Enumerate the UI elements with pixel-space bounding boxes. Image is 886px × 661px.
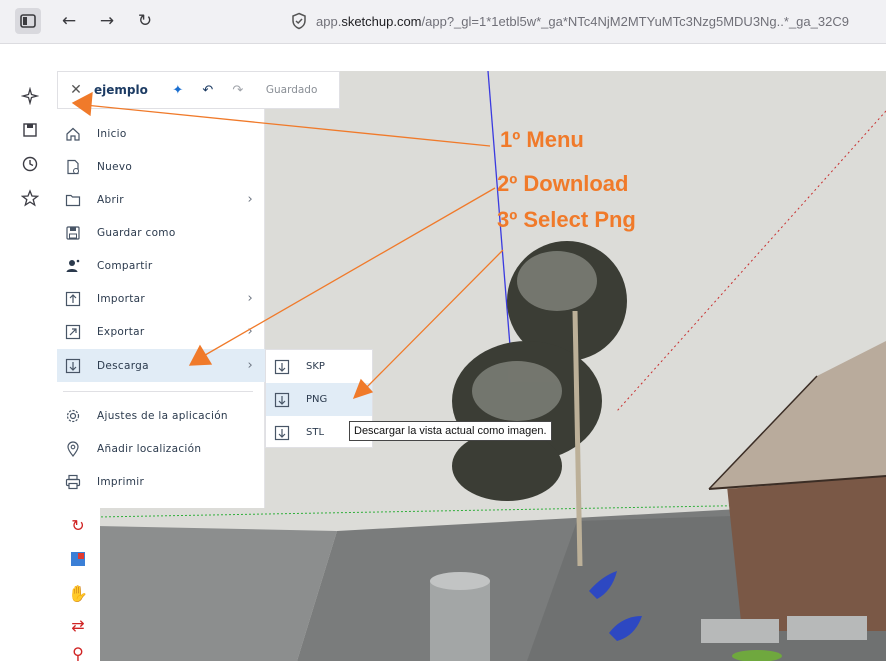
chevron-right-icon: › bbox=[247, 291, 253, 306]
app-window: ← → ↻ app. sketchup.com/app?_gl=1*1etbl5w… bbox=[0, 0, 886, 661]
url-rest: /app?_gl=1*1etbl5w*_ga*NTc4NjM2MTYuMTc3N… bbox=[421, 13, 849, 29]
location-pin-icon bbox=[63, 439, 83, 459]
download-icon bbox=[272, 357, 292, 377]
redo-icon[interactable]: ↷ bbox=[226, 83, 250, 98]
menu-item-label: Importar bbox=[97, 292, 145, 305]
menu-item-print[interactable]: Imprimir bbox=[57, 465, 265, 498]
share-user-icon bbox=[63, 256, 83, 276]
new-file-icon bbox=[63, 157, 83, 177]
menu-item-import[interactable]: Importar › bbox=[57, 282, 265, 315]
download-icon bbox=[272, 390, 292, 410]
menu-item-open[interactable]: Abrir › bbox=[57, 183, 265, 216]
chevron-right-icon: › bbox=[247, 324, 253, 339]
submenu-item-label: SKP bbox=[306, 361, 325, 372]
tool-strip: ↻ ✋ ⇄ ⚲ bbox=[57, 508, 100, 661]
undo-icon[interactable]: ↶ bbox=[196, 83, 220, 98]
position-camera-icon[interactable]: ⚲ bbox=[67, 642, 89, 661]
menu-item-app-settings[interactable]: Ajustes de la aplicación bbox=[57, 399, 265, 432]
submenu-item-label: PNG bbox=[306, 394, 328, 405]
menu-item-label: Guardar como bbox=[97, 226, 176, 239]
menu-item-download[interactable]: Descarga › bbox=[57, 349, 265, 382]
menu-item-label: Abrir bbox=[97, 193, 124, 206]
menu-item-home[interactable]: Inicio bbox=[57, 117, 265, 150]
submenu-item-skp[interactable]: SKP bbox=[266, 350, 372, 383]
walk-icon[interactable]: ⇄ bbox=[67, 614, 89, 636]
gear-icon bbox=[63, 406, 83, 426]
menu-item-label: Añadir localización bbox=[97, 442, 202, 455]
star-icon[interactable] bbox=[20, 188, 40, 208]
clock-icon[interactable] bbox=[20, 154, 40, 174]
main-menu: Inicio Nuevo Abrir › Guardar como Compar… bbox=[57, 109, 265, 508]
annotation-step-3: 3º Select Png bbox=[497, 207, 636, 232]
printer-icon bbox=[63, 472, 83, 492]
menu-item-new[interactable]: Nuevo bbox=[57, 150, 265, 183]
download-icon bbox=[272, 423, 292, 443]
menu-item-share[interactable]: Compartir bbox=[57, 249, 265, 282]
download-icon bbox=[63, 356, 83, 376]
chevron-right-icon: › bbox=[247, 192, 253, 207]
export-icon bbox=[63, 322, 83, 342]
orbit-icon[interactable]: ↻ bbox=[67, 514, 89, 536]
annotation-step-2: 2º Download bbox=[497, 171, 629, 196]
import-icon bbox=[63, 289, 83, 309]
browser-toolbar: ← → ↻ app. sketchup.com/app?_gl=1*1etbl5w… bbox=[0, 0, 886, 44]
url-prefix: app. bbox=[316, 13, 342, 29]
home-icon bbox=[63, 124, 83, 144]
menu-item-save-as[interactable]: Guardar como bbox=[57, 216, 265, 249]
reload-icon[interactable]: ↻ bbox=[132, 8, 158, 34]
back-arrow-icon[interactable]: ← bbox=[56, 8, 82, 34]
url-bar[interactable]: app. sketchup.com/app?_gl=1*1etbl5w*_ga*N… bbox=[280, 6, 886, 36]
url-domain: sketchup.com bbox=[341, 13, 422, 29]
files-icon[interactable] bbox=[20, 120, 40, 140]
menu-item-add-location[interactable]: Añadir localización bbox=[57, 432, 265, 465]
tooltip: Descargar la vista actual como imagen. bbox=[349, 421, 552, 441]
ai-sparkle-icon[interactable]: ✦ bbox=[166, 83, 190, 98]
sidebar-toggle-icon[interactable] bbox=[15, 8, 41, 34]
menu-item-export[interactable]: Exportar › bbox=[57, 315, 265, 348]
save-icon bbox=[63, 223, 83, 243]
submenu-item-png[interactable]: PNG bbox=[266, 383, 372, 416]
submenu-item-label: STL bbox=[306, 427, 325, 438]
close-menu-icon[interactable]: ✕ bbox=[58, 82, 94, 98]
document-toolbar: ✕ ejemplo ✦ ↶ ↷ Guardado bbox=[57, 71, 340, 109]
document-title[interactable]: ejemplo bbox=[94, 83, 148, 97]
menu-item-label: Ajustes de la aplicación bbox=[97, 409, 228, 422]
sparkle-icon[interactable] bbox=[20, 86, 40, 106]
menu-item-label: Inicio bbox=[97, 127, 127, 140]
zoom-window-icon[interactable] bbox=[67, 548, 89, 570]
menu-item-label: Exportar bbox=[97, 325, 145, 338]
left-rail bbox=[0, 44, 57, 661]
menu-item-label: Nuevo bbox=[97, 160, 133, 173]
chevron-right-icon: › bbox=[247, 358, 253, 373]
menu-item-label: Descarga bbox=[97, 359, 149, 372]
forward-arrow-icon[interactable]: → bbox=[94, 8, 120, 34]
menu-divider bbox=[63, 391, 253, 392]
menu-item-label: Compartir bbox=[97, 259, 153, 272]
menu-item-label: Imprimir bbox=[97, 475, 145, 488]
saved-status: Guardado bbox=[265, 84, 318, 96]
shield-icon bbox=[292, 12, 306, 30]
pan-hand-icon[interactable]: ✋ bbox=[67, 582, 89, 604]
folder-icon bbox=[63, 190, 83, 210]
annotation-step-1: 1º Menu bbox=[500, 127, 584, 152]
